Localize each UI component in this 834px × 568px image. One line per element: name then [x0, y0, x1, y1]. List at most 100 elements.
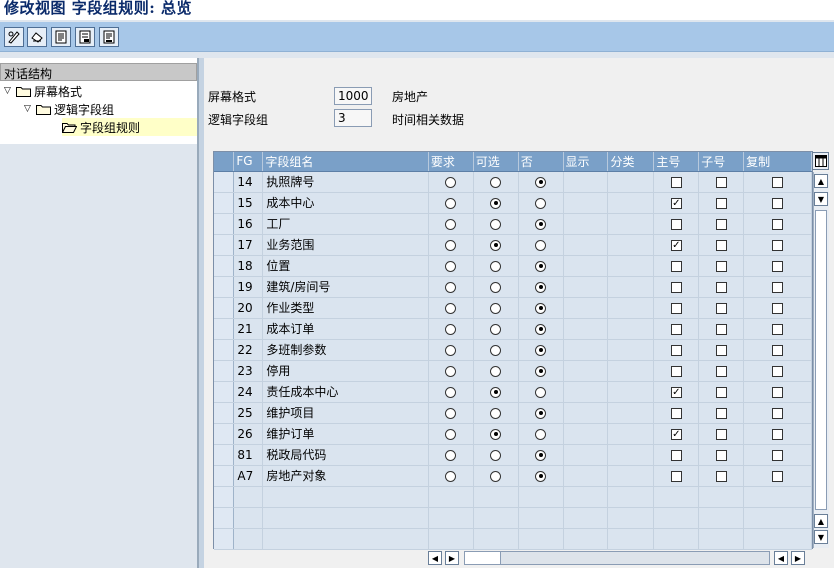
no-radio[interactable] [535, 323, 547, 335]
row-selector[interactable] [214, 486, 235, 508]
column-header-category[interactable]: 分类 [607, 152, 655, 172]
optional-radio[interactable] [490, 218, 502, 230]
optional-radio[interactable] [490, 197, 502, 209]
sub-number-checkbox[interactable] [715, 239, 727, 251]
column-header-optional[interactable]: 可选 [473, 152, 519, 172]
copy-checkbox[interactable] [772, 281, 784, 293]
row-selector[interactable] [214, 297, 235, 319]
scroll-right-icon[interactable]: ▶ [445, 551, 459, 565]
no-radio[interactable] [535, 302, 547, 314]
copy-checkbox[interactable] [772, 197, 784, 209]
no-radio[interactable] [535, 260, 547, 272]
main-number-checkbox[interactable] [670, 176, 682, 188]
required-radio[interactable] [445, 449, 457, 461]
required-radio[interactable] [445, 176, 457, 188]
required-radio[interactable] [445, 386, 457, 398]
main-number-checkbox[interactable] [670, 218, 682, 230]
row-selector[interactable] [214, 360, 235, 382]
required-radio[interactable] [445, 302, 457, 314]
optional-radio[interactable] [490, 323, 502, 335]
required-radio[interactable] [445, 428, 457, 440]
copy-checkbox[interactable] [772, 239, 784, 251]
column-header-required[interactable]: 要求 [428, 152, 474, 172]
optional-radio[interactable] [490, 176, 502, 188]
row-selector[interactable] [214, 255, 235, 277]
field-group-field[interactable]: 3 [334, 109, 372, 127]
sub-number-checkbox[interactable] [715, 281, 727, 293]
document-icon[interactable] [99, 27, 119, 47]
copy-checkbox[interactable] [772, 386, 784, 398]
optional-radio[interactable] [490, 365, 502, 377]
expand-arrow-icon[interactable]: ▽ [4, 86, 16, 96]
sub-number-checkbox[interactable] [715, 260, 727, 272]
row-selector[interactable] [214, 192, 235, 214]
copy-checkbox[interactable] [772, 344, 784, 356]
required-radio[interactable] [445, 281, 457, 293]
optional-radio[interactable] [490, 386, 502, 398]
table-horizontal-scrollbar[interactable]: ◀ ▶ ◀ ▶ [428, 550, 818, 566]
table-settings-icon[interactable] [812, 152, 829, 170]
copy-checkbox[interactable] [772, 365, 784, 377]
optional-radio[interactable] [490, 260, 502, 272]
row-selector[interactable] [214, 213, 235, 235]
copy-checkbox[interactable] [772, 260, 784, 272]
column-header-name[interactable]: 字段组名 [262, 152, 429, 172]
sub-number-checkbox[interactable] [715, 365, 727, 377]
column-header-main-number[interactable]: 主号 [653, 152, 700, 172]
column-header-no[interactable]: 否 [518, 152, 564, 172]
no-radio[interactable] [535, 470, 547, 482]
scroll-page-up-icon[interactable]: ▲ [814, 514, 828, 528]
no-radio[interactable] [535, 176, 547, 188]
optional-radio[interactable] [490, 302, 502, 314]
optional-radio[interactable] [490, 449, 502, 461]
row-selector[interactable] [214, 234, 235, 256]
copy-checkbox[interactable] [772, 407, 784, 419]
tree-node-field-group-rules[interactable]: 字段组规则 [62, 118, 197, 136]
no-radio[interactable] [535, 281, 547, 293]
required-radio[interactable] [445, 470, 457, 482]
sub-number-checkbox[interactable] [715, 470, 727, 482]
optional-radio[interactable] [490, 344, 502, 356]
copy-checkbox[interactable] [772, 176, 784, 188]
no-radio[interactable] [535, 407, 547, 419]
copy-checkbox[interactable] [772, 323, 784, 335]
row-selector[interactable] [214, 402, 235, 424]
pencil-glasses-icon[interactable] [4, 27, 24, 47]
row-selector[interactable] [214, 444, 235, 466]
column-header-sub-number[interactable]: 子号 [698, 152, 745, 172]
no-radio[interactable] [535, 449, 547, 461]
copy-checkbox[interactable] [772, 218, 784, 230]
sub-number-checkbox[interactable] [715, 407, 727, 419]
scroll-up-icon[interactable]: ▲ [814, 174, 828, 188]
optional-radio[interactable] [490, 281, 502, 293]
row-selector[interactable] [214, 465, 235, 487]
required-radio[interactable] [445, 365, 457, 377]
sub-number-checkbox[interactable] [715, 428, 727, 440]
sub-number-checkbox[interactable] [715, 197, 727, 209]
main-number-checkbox[interactable] [670, 365, 682, 377]
scroll-page-right-icon[interactable]: ▶ [791, 551, 805, 565]
no-radio[interactable] [535, 197, 547, 209]
main-number-checkbox[interactable]: ✓ [670, 239, 682, 251]
required-radio[interactable] [445, 323, 457, 335]
tree-node-logical-field-group[interactable]: ▽ 逻辑字段组 [24, 100, 114, 118]
main-number-checkbox[interactable] [670, 281, 682, 293]
no-radio[interactable] [535, 239, 547, 251]
row-selector[interactable] [214, 528, 235, 550]
required-radio[interactable] [445, 197, 457, 209]
horizontal-scroll-track[interactable] [464, 551, 770, 565]
scroll-down-icon[interactable]: ▼ [814, 192, 828, 206]
scroll-thumb[interactable] [815, 210, 827, 510]
table-vertical-scrollbar[interactable]: ▲ ▼ ▲ ▼ [813, 172, 829, 548]
row-selector[interactable] [214, 171, 235, 193]
main-number-checkbox[interactable] [670, 260, 682, 272]
optional-radio[interactable] [490, 407, 502, 419]
screen-format-field[interactable]: 1000 [334, 87, 372, 105]
row-selector[interactable] [214, 423, 235, 445]
no-radio[interactable] [535, 365, 547, 377]
main-number-checkbox[interactable] [670, 302, 682, 314]
row-selector[interactable] [214, 507, 235, 529]
row-selector[interactable] [214, 276, 235, 298]
row-selector-header[interactable] [214, 152, 235, 172]
sub-number-checkbox[interactable] [715, 302, 727, 314]
